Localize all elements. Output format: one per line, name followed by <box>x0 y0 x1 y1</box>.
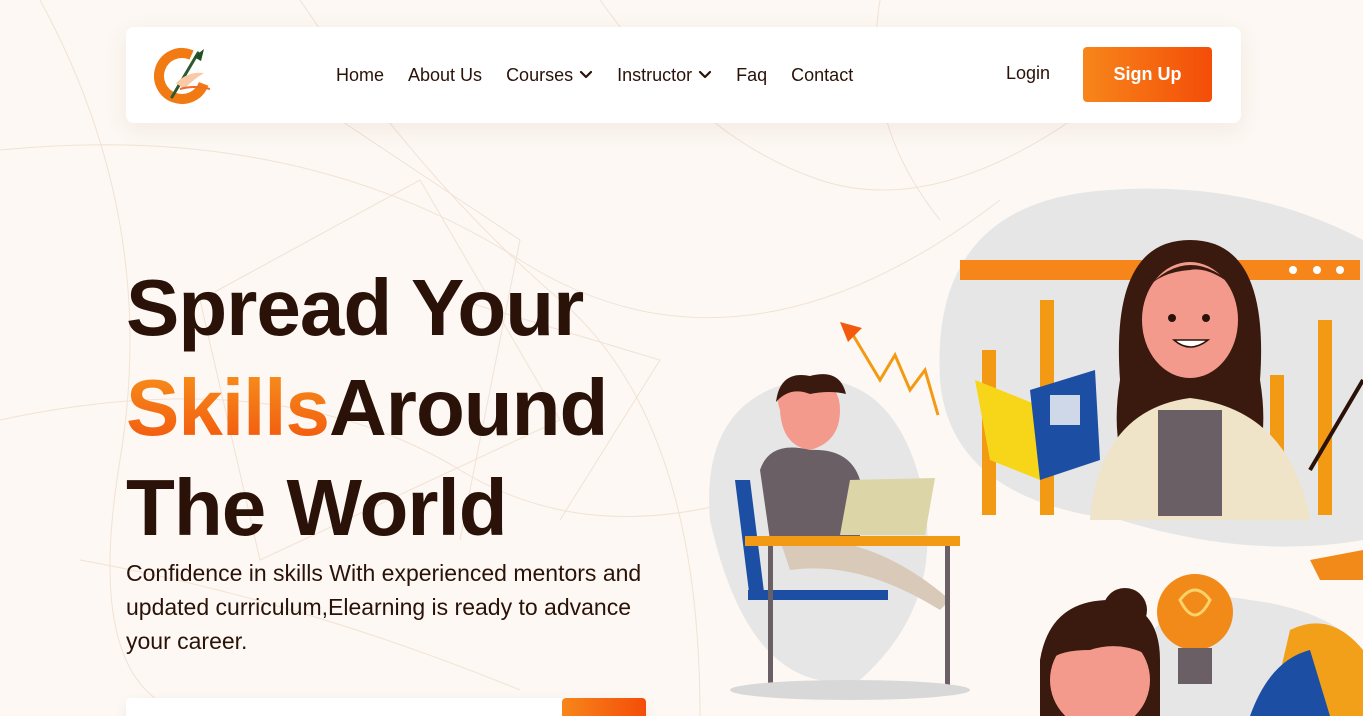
chevron-down-icon <box>579 70 593 79</box>
nav-courses[interactable]: Courses <box>506 65 593 86</box>
nav-faq[interactable]: Faq <box>736 65 767 86</box>
brand-logo-icon[interactable] <box>154 45 216 105</box>
main-nav: Home About Us Courses Instructor Faq Con… <box>336 27 877 123</box>
nav-home[interactable]: Home <box>336 65 384 86</box>
hero-title-accent: Skills <box>126 363 330 452</box>
hero-title: Spread Your SkillsAround The World <box>126 258 746 558</box>
hero-title-line1: Spread Your <box>126 263 584 352</box>
hero-title-line2: Around <box>329 363 608 452</box>
nav-contact[interactable]: Contact <box>791 65 853 86</box>
nav-home-label: Home <box>336 64 385 85</box>
nav-contact-label: Contact <box>791 64 854 85</box>
nav-faq-label: Faq <box>736 64 768 85</box>
hero-illustration <box>709 188 1363 716</box>
hero-description: Confidence in skills With experienced me… <box>126 560 642 654</box>
sign-up-button[interactable]: Sign Up <box>1083 47 1212 102</box>
hero-title-line3: The World <box>126 463 508 552</box>
nav-courses-label: Courses <box>506 64 574 85</box>
nav-instructor[interactable]: Instructor <box>617 65 712 86</box>
nav-about-us-label: About Us <box>408 64 483 85</box>
navbar: Home About Us Courses Instructor Faq Con… <box>126 27 1241 123</box>
nav-instructor-label: Instructor <box>617 64 693 85</box>
chevron-down-icon <box>699 70 712 79</box>
hero-search-button[interactable] <box>562 698 646 716</box>
login-link[interactable]: Login <box>1006 63 1050 84</box>
nav-about-us[interactable]: About Us <box>408 65 482 86</box>
